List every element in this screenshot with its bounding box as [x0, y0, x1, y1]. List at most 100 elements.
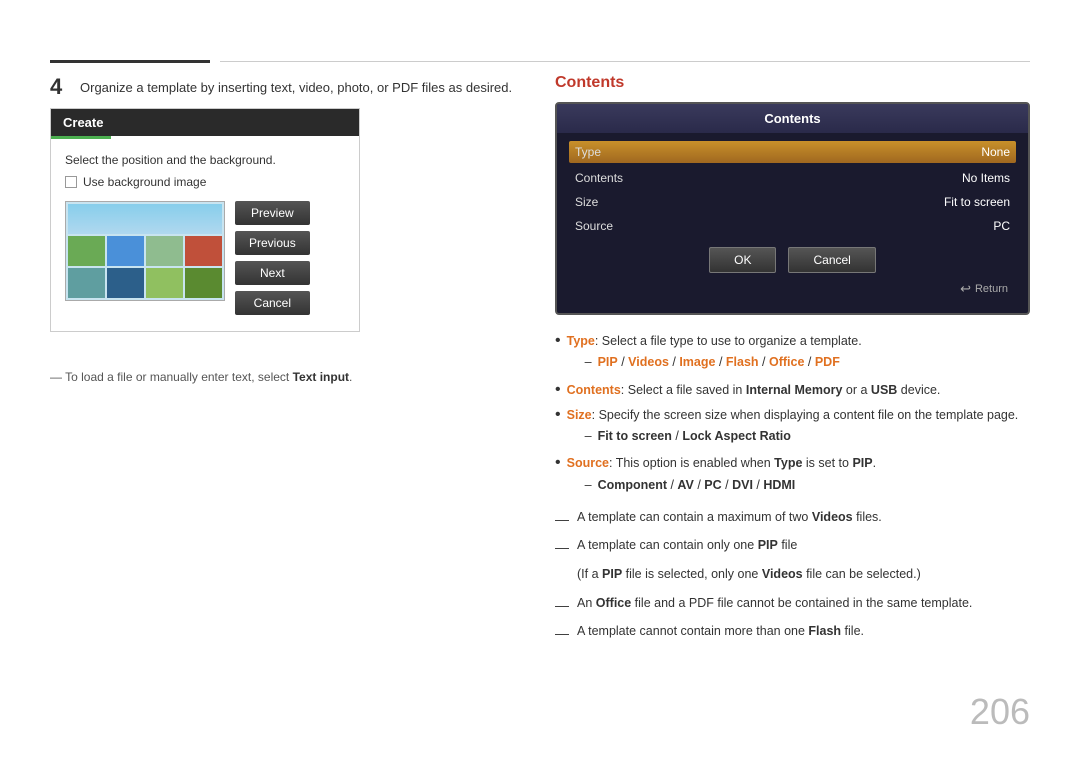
ok-button[interactable]: OK [709, 247, 776, 273]
pdf-link: PDF [815, 355, 840, 369]
preview-blue [107, 236, 144, 266]
dialog-cancel-button[interactable]: Cancel [788, 247, 875, 273]
em-dash-4: — [555, 592, 569, 619]
dash-note-5-text: A template cannot contain more than one … [577, 620, 864, 644]
source-sub-text: Component / AV / PC / DVI / HDMI [598, 475, 796, 496]
dash-note-2: — A template can contain only one PIP fi… [555, 534, 1030, 561]
step-description: Organize a template by inserting text, v… [80, 80, 512, 95]
pc-bold: PC [704, 478, 721, 492]
sub-dash-1: – [585, 352, 592, 373]
create-content-area: Preview Previous Next Cancel [65, 201, 345, 315]
type-value: None [981, 145, 1010, 159]
source-value: PC [993, 219, 1010, 233]
return-label: Return [975, 283, 1008, 295]
preview-green [68, 236, 105, 266]
create-buttons: Preview Previous Next Cancel [235, 201, 310, 315]
size-colon: : Specify the screen size when displayin… [592, 408, 1019, 422]
videos-note2-bold: Videos [762, 567, 803, 581]
bullet-type: • Type: Select a file type to use to org… [555, 331, 1030, 376]
source-sub: – Component / AV / PC / DVI / HDMI [585, 475, 876, 496]
bullet-dot-4: • [555, 453, 561, 474]
usb-bold: USB [871, 383, 897, 397]
preview-teal [68, 268, 105, 298]
dash-note-3-text: (If a PIP file is selected, only one Vid… [577, 563, 921, 587]
source-colon: : This option is enabled when [609, 456, 774, 470]
bullet-dot-2: • [555, 380, 561, 401]
background-image-checkbox[interactable] [65, 176, 77, 188]
videos-link: Videos [628, 355, 669, 369]
cancel-button[interactable]: Cancel [235, 291, 310, 315]
create-panel: Create Select the position and the backg… [50, 108, 360, 332]
create-note-suffix: . [349, 370, 352, 384]
sub-dash-3: – [585, 475, 592, 496]
contents-dialog: Contents Type None Contents No Items Siz… [555, 102, 1030, 315]
bullet-size: • Size: Specify the screen size when dis… [555, 405, 1030, 450]
type-label: Type [575, 145, 601, 159]
bullet-dot-1: • [555, 331, 561, 352]
contents-label: Contents [575, 171, 623, 185]
dialog-return: ↩ Return [569, 277, 1016, 303]
dash-note-3: — (If a PIP file is selected, only one V… [555, 563, 1030, 590]
dash-note-1: — A template can contain a maximum of tw… [555, 506, 1030, 533]
text-input-link[interactable]: Text input [293, 370, 349, 384]
contents-section: Contents Contents Type None Contents No … [555, 74, 1030, 649]
top-line-dark [50, 60, 210, 63]
dialog-title-bar: Contents [557, 104, 1028, 133]
av-bold: AV [677, 478, 693, 492]
create-note: ― To load a file or manually enter text,… [50, 370, 352, 384]
background-image-checkbox-row[interactable]: Use background image [65, 175, 345, 189]
office-note-bold: Office [596, 596, 631, 610]
dash-notes: — A template can contain a maximum of tw… [555, 506, 1030, 647]
contents-section-title: Contents [555, 74, 1030, 92]
contents-or: or a [842, 383, 871, 397]
next-button[interactable]: Next [235, 261, 310, 285]
page-number: 206 [970, 691, 1030, 733]
preview-button[interactable]: Preview [235, 201, 310, 225]
component-bold: Component [598, 478, 667, 492]
top-lines [50, 60, 1030, 63]
dash-note-4: — An Office file and a PDF file cannot b… [555, 592, 1030, 619]
dash-note-1-text: A template can contain a maximum of two … [577, 506, 882, 530]
hdmi-bold: HDMI [763, 478, 795, 492]
size-sub-text: Fit to screen / Lock Aspect Ratio [598, 426, 791, 447]
bullet-size-content: Size: Specify the screen size when displ… [567, 405, 1019, 450]
create-panel-body: Select the position and the background. … [51, 139, 359, 331]
preview-mixed [146, 236, 183, 266]
pip-link: PIP [598, 355, 618, 369]
type-bold: Type [567, 334, 595, 348]
bullet-source-content: Source: This option is enabled when Type… [567, 453, 876, 498]
contents-value: No Items [962, 171, 1010, 185]
previous-button[interactable]: Previous [235, 231, 310, 255]
contents-row: Contents No Items [569, 167, 1016, 189]
bullet-contents-content: Contents: Select a file saved in Interna… [567, 380, 941, 401]
fit-to-screen-bold: Fit to screen [598, 429, 672, 443]
type-row[interactable]: Type None [569, 141, 1016, 163]
source-pip-bold: PIP [852, 456, 872, 470]
bullet-source: • Source: This option is enabled when Ty… [555, 453, 1030, 498]
dash-note-2-text: A template can contain only one PIP file [577, 534, 797, 558]
preview-dk-blue [107, 268, 144, 298]
type-sub-text: PIP / Videos / Image / Flash / Office / … [598, 352, 840, 373]
contents-device: device. [897, 383, 940, 397]
em-dash-1: — [555, 506, 569, 533]
return-arrow-icon: ↩ [960, 281, 971, 297]
bullet-dot-3: • [555, 405, 561, 426]
template-preview [65, 201, 225, 301]
contents-colon: : Select a file saved in [621, 383, 746, 397]
create-header-label: Create [63, 115, 103, 130]
internal-memory-bold: Internal Memory [746, 383, 843, 397]
flash-link: Flash [726, 355, 759, 369]
pip-note2-bold: PIP [602, 567, 622, 581]
image-link: Image [679, 355, 715, 369]
flash-note-bold: Flash [808, 624, 841, 638]
dash-note-4-text: An Office file and a PDF file cannot be … [577, 592, 972, 616]
create-instruction: Select the position and the background. [65, 153, 345, 167]
size-bold: Size [567, 408, 592, 422]
preview-dark-green [185, 268, 222, 298]
background-image-label: Use background image [83, 175, 206, 189]
dialog-buttons: OK Cancel [569, 239, 1016, 277]
source-period: . [873, 456, 876, 470]
dash-note-5: — A template cannot contain more than on… [555, 620, 1030, 647]
em-dash-2: — [555, 534, 569, 561]
source-label: Source [575, 219, 613, 233]
